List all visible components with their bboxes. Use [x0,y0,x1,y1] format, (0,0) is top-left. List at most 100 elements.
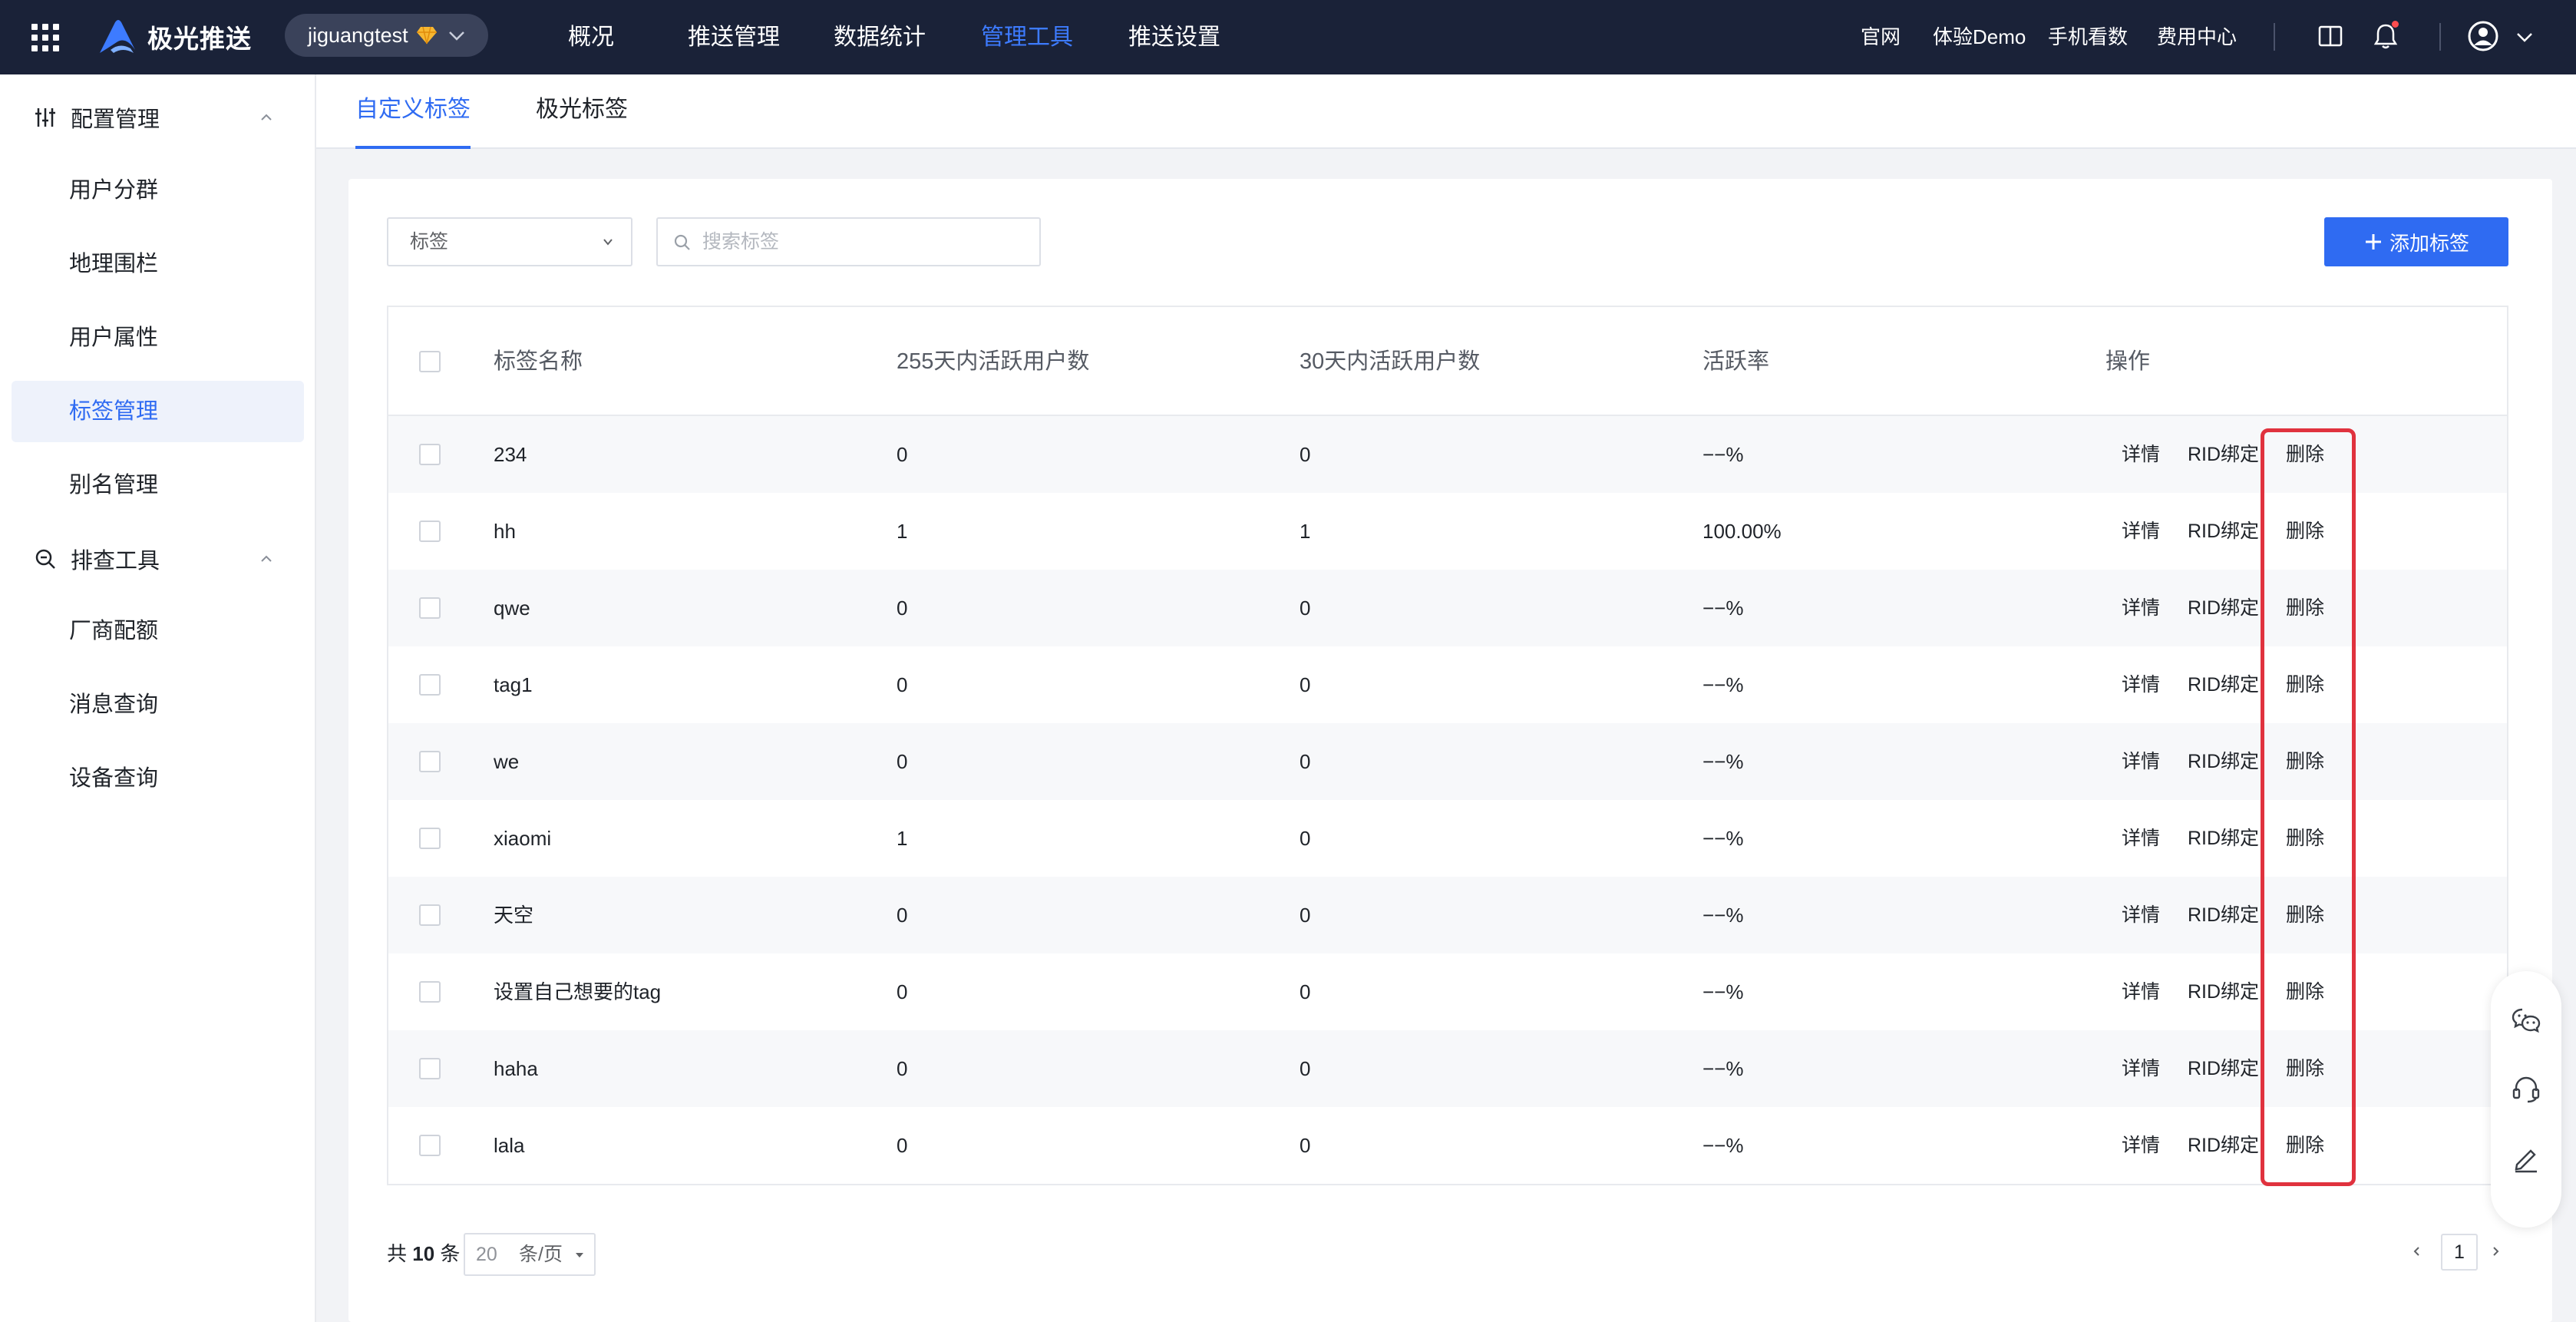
nav-management-tools[interactable]: 管理工具 [981,0,1073,74]
cell-active-rate: −−% [1702,904,1744,927]
detail-button[interactable]: 详情 [2122,570,2160,646]
user-avatar-icon[interactable] [2467,20,2499,52]
sidebar-item-device-query[interactable]: 设备查询 [12,748,304,809]
row-checkbox[interactable] [419,904,441,926]
official-site-link[interactable]: 官网 [1861,0,1901,74]
delete-button[interactable]: 删除 [2286,1107,2324,1184]
tag-search-box[interactable] [656,217,1041,266]
rid-bind-button[interactable]: RID绑定 [2188,1030,2259,1107]
rid-bind-button[interactable]: RID绑定 [2188,493,2259,570]
rid-bind-button[interactable]: RID绑定 [2188,646,2259,723]
cell-active-rate: 100.00% [1702,520,1782,543]
search-icon [674,234,690,250]
demo-link[interactable]: 体验Demo [1933,0,2026,74]
sidebar-group-config[interactable]: 配置管理 [0,94,316,140]
sidebar-group-troubleshoot[interactable]: 排查工具 [0,536,316,582]
rid-bind-button[interactable]: RID绑定 [2188,1107,2259,1184]
sidebar-item-tag-management[interactable]: 标签管理 [12,381,304,442]
nav-push-management[interactable]: 推送管理 [688,0,780,74]
cell-active-30: 0 [1300,443,1311,466]
rid-bind-button[interactable]: RID绑定 [2188,570,2259,646]
next-page-icon[interactable] [2488,1244,2502,1258]
table-header: 标签名称 255天内活跃用户数 30天内活跃用户数 活跃率 操作 [388,307,2507,416]
tab-custom-tags[interactable]: 自定义标签 [355,74,471,149]
table-row: haha 0 0 −−% 详情 RID绑定 删除 [388,1030,2507,1107]
detail-button[interactable]: 详情 [2122,1030,2160,1107]
detail-button[interactable]: 详情 [2122,800,2160,877]
book-icon[interactable] [2318,25,2343,48]
mobile-view-link[interactable]: 手机看数 [2048,0,2128,74]
detail-button[interactable]: 详情 [2122,416,2160,493]
tag-type-select[interactable]: 标签 [387,217,632,266]
row-checkbox[interactable] [419,828,441,849]
headset-icon[interactable] [2511,1074,2541,1105]
detail-button[interactable]: 详情 [2122,953,2160,1030]
detail-button[interactable]: 详情 [2122,493,2160,570]
chevron-up-icon [261,114,272,121]
main-nav: 概况 推送管理 数据统计 管理工具 推送设置 [537,0,1220,74]
nav-push-settings[interactable]: 推送设置 [1128,0,1220,74]
delete-button[interactable]: 删除 [2286,723,2324,800]
sidebar-item-vendor-quota[interactable]: 厂商配额 [12,600,304,662]
cell-active-rate: −−% [1702,597,1744,620]
detail-button[interactable]: 详情 [2122,646,2160,723]
add-tag-button[interactable]: 添加标签 [2324,217,2508,266]
row-checkbox[interactable] [419,1135,441,1156]
row-checkbox[interactable] [419,751,441,772]
detail-button[interactable]: 详情 [2122,1107,2160,1184]
prev-page-icon[interactable] [2410,1244,2424,1258]
delete-button[interactable]: 删除 [2286,1030,2324,1107]
page-size-select[interactable]: 20 条/页 [464,1233,596,1276]
detail-button[interactable]: 详情 [2122,877,2160,953]
apps-grid-icon[interactable] [29,21,61,54]
row-checkbox[interactable] [419,981,441,1003]
zoom-search-icon [35,549,55,569]
sidebar-item-geofence[interactable]: 地理围栏 [12,233,304,295]
wechat-icon[interactable] [2511,1005,2541,1036]
app-selector-dropdown[interactable]: jiguangtest [285,14,488,57]
plus-icon [2365,234,2381,250]
sidebar-item-user-attributes[interactable]: 用户属性 [12,307,304,369]
sidebar-item-user-segments[interactable]: 用户分群 [12,160,304,221]
cell-tag-name: haha [494,1057,538,1080]
delete-button[interactable]: 删除 [2286,877,2324,953]
rid-bind-button[interactable]: RID绑定 [2188,953,2259,1030]
nav-data-statistics[interactable]: 数据统计 [834,0,926,74]
app-name: jiguangtest [308,23,408,47]
cell-tag-name: tag1 [494,673,533,696]
chevron-down-icon[interactable] [2515,29,2535,45]
delete-button[interactable]: 删除 [2286,646,2324,723]
detail-button[interactable]: 详情 [2122,723,2160,800]
brand-logo[interactable]: 极光推送 [97,17,252,57]
cell-tag-name: qwe [494,597,530,620]
page-number-button[interactable]: 1 [2441,1234,2478,1271]
sidebar-item-message-query[interactable]: 消息查询 [12,674,304,735]
delete-button[interactable]: 删除 [2286,800,2324,877]
billing-center-link[interactable]: 费用中心 [2157,0,2237,74]
cell-active-rate: −−% [1702,673,1744,696]
sidebar-group-label: 排查工具 [71,549,160,573]
row-checkbox[interactable] [419,521,441,542]
column-header-tag-name: 标签名称 [494,349,583,374]
delete-button[interactable]: 删除 [2286,416,2324,493]
row-checkbox[interactable] [419,597,441,619]
tab-jiguang-tags[interactable]: 极光标签 [536,74,628,149]
rid-bind-button[interactable]: RID绑定 [2188,800,2259,877]
row-checkbox[interactable] [419,444,441,465]
select-all-checkbox[interactable] [419,351,441,372]
rid-bind-button[interactable]: RID绑定 [2188,877,2259,953]
nav-overview[interactable]: 概况 [568,0,614,74]
rid-bind-button[interactable]: RID绑定 [2188,723,2259,800]
tag-search-input[interactable] [702,225,1025,259]
rid-bind-button[interactable]: RID绑定 [2188,416,2259,493]
sidebar-item-alias-management[interactable]: 别名管理 [12,454,304,516]
cell-active-30: 0 [1300,597,1311,620]
cell-active-rate: −−% [1702,443,1744,466]
page-size-value: 20 [476,1244,497,1265]
row-checkbox[interactable] [419,674,441,696]
delete-button[interactable]: 删除 [2286,570,2324,646]
row-checkbox[interactable] [419,1058,441,1079]
delete-button[interactable]: 删除 [2286,493,2324,570]
edit-icon[interactable] [2511,1143,2541,1174]
delete-button[interactable]: 删除 [2286,953,2324,1030]
